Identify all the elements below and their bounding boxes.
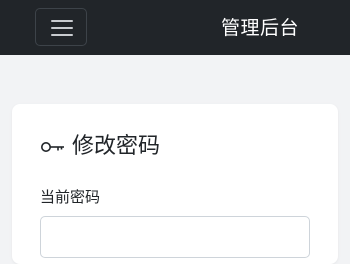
hamburger-menu-icon xyxy=(51,20,73,22)
hamburger-menu-icon-bar xyxy=(51,27,73,29)
hamburger-menu-icon-bar xyxy=(51,34,73,36)
current-password-label: 当前密码 xyxy=(40,188,101,206)
navbar-brand[interactable]: 管理后台 xyxy=(221,16,299,40)
card-title: 修改密码 xyxy=(40,131,160,163)
key-icon xyxy=(41,142,64,152)
top-navbar: 管理后台 xyxy=(0,0,350,55)
current-password-field[interactable] xyxy=(40,216,310,258)
page-title: 修改密码 xyxy=(72,134,161,159)
hamburger-menu-button[interactable] xyxy=(35,8,87,46)
